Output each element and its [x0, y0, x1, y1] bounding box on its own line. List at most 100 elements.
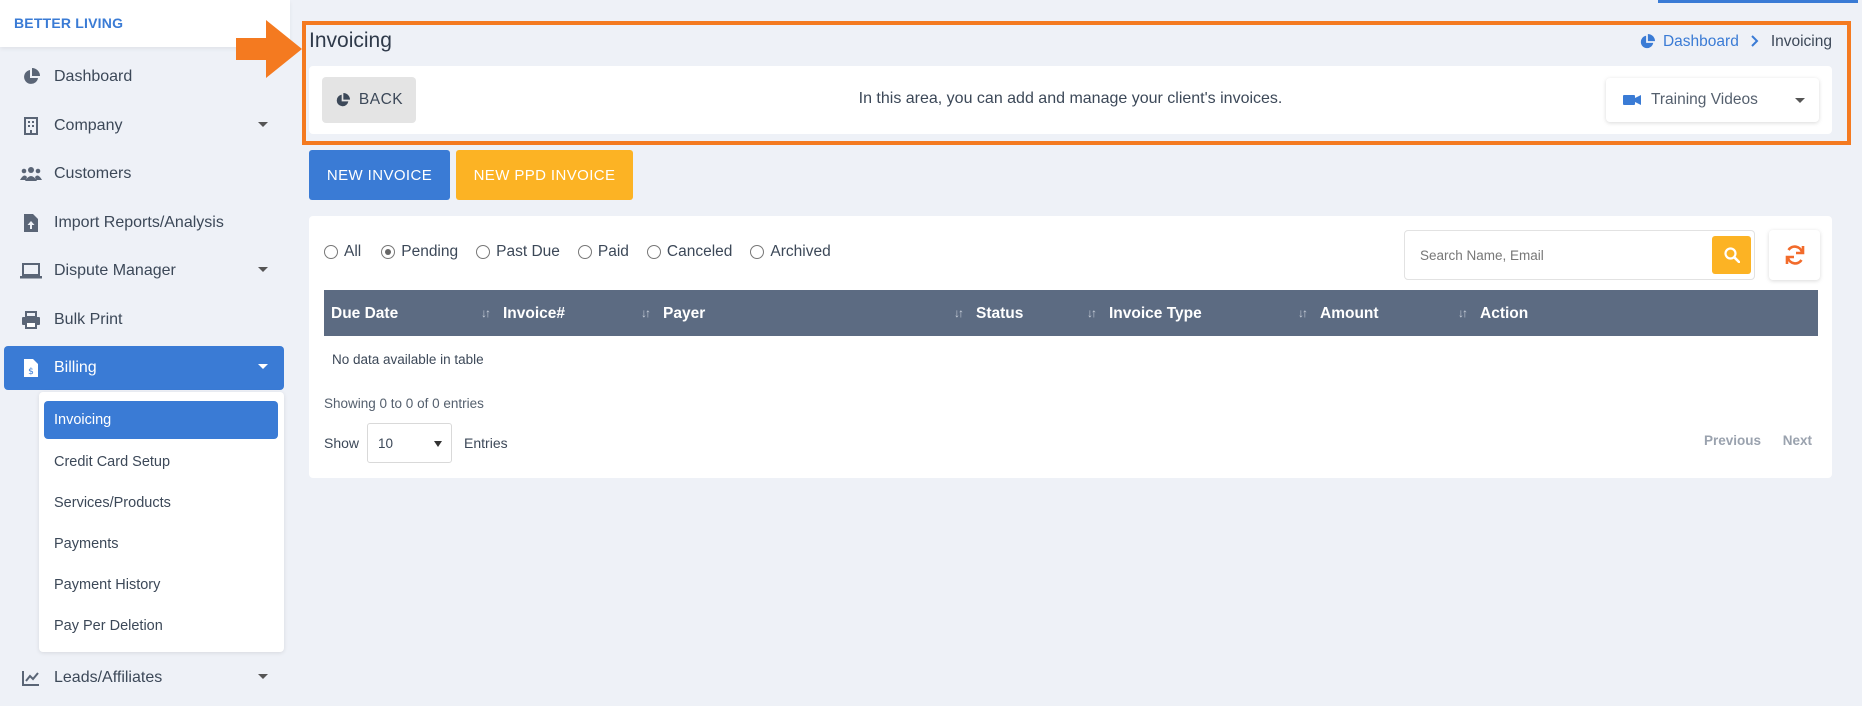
- page-size-value: 10: [378, 435, 394, 451]
- sort-icon[interactable]: ↓↑: [1087, 306, 1097, 320]
- entries-label: Entries: [464, 435, 508, 451]
- sidebar-item-label: Customers: [54, 165, 132, 182]
- page-size-select[interactable]: 10: [367, 423, 453, 463]
- next-page-button[interactable]: Next: [1783, 433, 1812, 448]
- users-icon: [20, 163, 42, 185]
- column-header-status[interactable]: Status: [976, 305, 1023, 323]
- show-label: Show: [324, 435, 360, 451]
- radio-past-due[interactable]: [476, 245, 491, 259]
- chevron-down-icon: [258, 674, 268, 679]
- filter-label: Archived: [770, 243, 831, 260]
- sidebar-item-customers[interactable]: Customers: [4, 152, 284, 196]
- new-invoice-button[interactable]: NEW INVOICE: [309, 150, 450, 200]
- billing-submenu: Invoicing Credit Card Setup Services/Pro…: [39, 392, 284, 652]
- sidebar-item-leads-affiliates[interactable]: Leads/Affiliates: [4, 656, 284, 700]
- sidebar-item-label: Billing: [54, 359, 97, 376]
- submenu-item-payment-history[interactable]: Payment History: [44, 566, 278, 604]
- radio-paid[interactable]: [577, 245, 592, 259]
- arrow-annotation-icon: [236, 20, 302, 83]
- info-text: In this area, you can add and manage you…: [858, 90, 1283, 107]
- breadcrumb-home-label: Dashboard: [1662, 33, 1739, 50]
- filter-archived[interactable]: Archived: [750, 243, 831, 261]
- pagination: Previous Next: [1686, 433, 1812, 448]
- building-icon: [20, 115, 42, 137]
- sidebar-item-company[interactable]: Company: [4, 104, 284, 148]
- submenu-item-services-products[interactable]: Services/Products: [44, 484, 278, 522]
- column-header-due-date[interactable]: Due Date: [331, 305, 398, 323]
- refresh-icon: [1785, 245, 1804, 265]
- radio-archived[interactable]: [750, 245, 765, 259]
- filter-past-due[interactable]: Past Due: [476, 243, 560, 261]
- filter-all[interactable]: All: [324, 243, 361, 261]
- training-videos-dropdown[interactable]: Training Videos: [1606, 78, 1819, 122]
- printer-icon: [20, 309, 42, 331]
- status-filter-group: All Pending Past Due Paid Canceled Archi…: [324, 243, 849, 261]
- radio-canceled[interactable]: [646, 245, 661, 259]
- invoices-table-card: All Pending Past Due Paid Canceled Archi…: [309, 216, 1832, 478]
- breadcrumb: Dashboard Invoicing: [1639, 33, 1832, 51]
- submenu-item-payments[interactable]: Payments: [44, 525, 278, 563]
- chart-pie-icon: [20, 66, 42, 88]
- submenu-item-credit-card-setup[interactable]: Credit Card Setup: [44, 443, 278, 481]
- refresh-button[interactable]: [1769, 230, 1820, 280]
- sort-icon[interactable]: ↓↑: [954, 306, 964, 320]
- new-ppd-invoice-button[interactable]: NEW PPD INVOICE: [456, 150, 633, 200]
- brand-logo-text[interactable]: BETTER LIVING: [14, 15, 123, 31]
- radio-all[interactable]: [324, 245, 338, 259]
- chevron-down-icon: [258, 364, 268, 369]
- page-size-control: Show 10 Entries: [324, 423, 508, 463]
- search-input[interactable]: [1405, 231, 1705, 279]
- sidebar-item-dispute-manager[interactable]: Dispute Manager: [4, 249, 284, 293]
- invoice-dollar-icon: $: [20, 357, 42, 379]
- chevron-down-icon: [1795, 98, 1805, 103]
- sort-icon[interactable]: ↓↑: [481, 306, 491, 320]
- table-header: Due Date ↓↑ Invoice# ↓↑ Payer ↓↑ Status …: [324, 290, 1818, 336]
- sidebar-item-label: Import Reports/Analysis: [54, 214, 224, 231]
- column-header-invoice-type[interactable]: Invoice Type: [1109, 305, 1202, 323]
- sidebar-item-label: Leads/Affiliates: [54, 669, 163, 686]
- laptop-icon: [20, 260, 42, 282]
- page-title: Invoicing: [309, 29, 392, 52]
- breadcrumb-dashboard-link[interactable]: Dashboard: [1639, 33, 1739, 51]
- chart-pie-icon: [1640, 34, 1655, 49]
- column-header-invoice-number[interactable]: Invoice#: [503, 305, 565, 323]
- column-header-amount[interactable]: Amount: [1320, 305, 1379, 323]
- sidebar-item-label: Bulk Print: [54, 311, 123, 328]
- radio-pending[interactable]: [381, 245, 396, 259]
- chevron-down-icon: [258, 122, 268, 127]
- filter-canceled[interactable]: Canceled: [646, 243, 733, 261]
- filter-label: All: [344, 243, 362, 260]
- sidebar-item-label: Dispute Manager: [54, 262, 176, 279]
- file-upload-icon: [20, 212, 42, 234]
- sidebar-item-bulk-print[interactable]: Bulk Print: [4, 298, 284, 342]
- sidebar-item-import-reports[interactable]: Import Reports/Analysis: [4, 201, 284, 245]
- sort-icon[interactable]: ↓↑: [641, 306, 651, 320]
- sort-icon[interactable]: ↓↑: [1298, 306, 1308, 320]
- filter-pending[interactable]: Pending: [381, 243, 458, 261]
- submenu-item-invoicing[interactable]: Invoicing: [44, 401, 278, 439]
- column-header-action[interactable]: Action: [1480, 305, 1528, 323]
- video-camera-icon: [1623, 94, 1641, 106]
- training-videos-label: Training Videos: [1651, 91, 1758, 108]
- sidebar: BETTER LIVING Dashboard Company Customer…: [0, 0, 290, 706]
- chart-line-icon: [20, 667, 42, 689]
- submenu-item-pay-per-deletion[interactable]: Pay Per Deletion: [44, 607, 278, 645]
- sidebar-item-billing[interactable]: $ Billing: [4, 346, 284, 390]
- filter-label: Pending: [401, 243, 459, 260]
- column-header-payer[interactable]: Payer: [663, 305, 705, 323]
- entries-info: Showing 0 to 0 of 0 entries: [324, 396, 484, 411]
- search-box: [1404, 230, 1755, 280]
- breadcrumb-current: Invoicing: [1770, 33, 1832, 50]
- search-button[interactable]: [1712, 236, 1751, 274]
- filter-label: Canceled: [666, 243, 733, 260]
- filter-paid[interactable]: Paid: [577, 243, 629, 261]
- sort-icon[interactable]: ↓↑: [1458, 306, 1468, 320]
- previous-page-button[interactable]: Previous: [1704, 433, 1761, 448]
- filter-label: Paid: [597, 243, 629, 260]
- empty-table-message: No data available in table: [332, 352, 484, 367]
- filter-label: Past Due: [496, 243, 560, 260]
- search-icon: [1723, 247, 1740, 263]
- topbar-edge: [1658, 0, 1858, 3]
- svg-text:$: $: [28, 367, 34, 377]
- sidebar-item-label: Dashboard: [54, 68, 133, 85]
